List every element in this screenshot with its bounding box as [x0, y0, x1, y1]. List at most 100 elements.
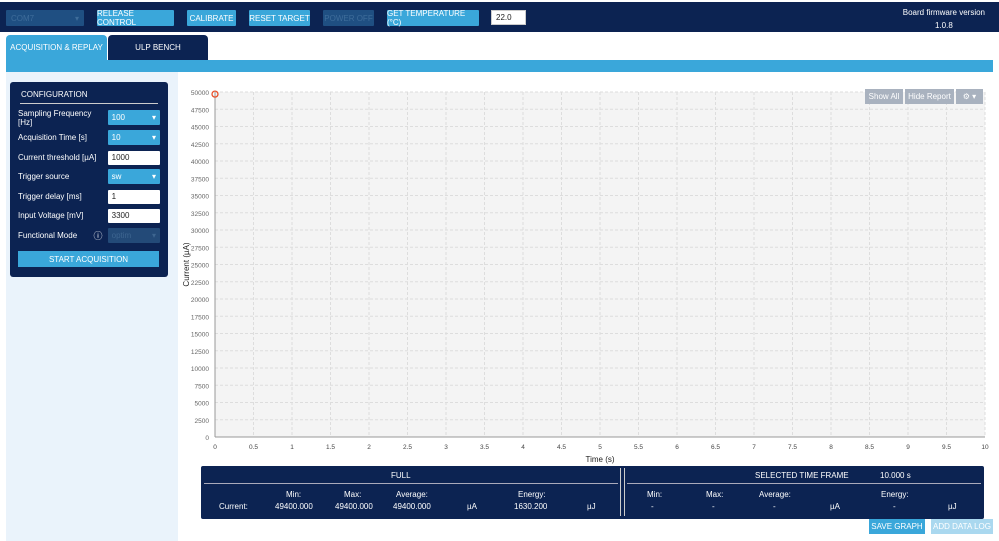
x-tick-label: 10	[981, 444, 989, 451]
unit-uj: µJ	[587, 502, 596, 511]
release-control-button[interactable]: RELEASE CONTROL	[97, 9, 174, 27]
trigger-source-select[interactable]: sw ▾	[107, 169, 160, 184]
y-tick-label: 32500	[191, 211, 209, 218]
tab-ulp-bench[interactable]: ULP BENCH	[108, 35, 208, 60]
full-avg-label: Average:	[396, 490, 428, 499]
x-tick-label: 4	[521, 444, 525, 451]
statistics-panel: FULL SELECTED TIME FRAME 10.000 s Min: M…	[201, 466, 984, 519]
x-tick-label: 7.5	[788, 444, 797, 451]
y-tick-label: 45000	[191, 125, 209, 132]
x-tick-label: 2.5	[403, 444, 412, 451]
unit-ua: µA	[467, 502, 477, 511]
x-tick-label: 5	[598, 444, 602, 451]
x-tick-label: 4.5	[557, 444, 566, 451]
functional-mode-select[interactable]: optim ▾	[107, 228, 161, 243]
sel-min-label: Min:	[647, 490, 663, 499]
sel-avg-value: -	[773, 502, 776, 511]
y-tick-label: 12500	[191, 349, 209, 356]
tab-acquisition-replay[interactable]: ACQUISITION & REPLAY	[6, 35, 107, 60]
sel-min-value: -	[651, 502, 654, 511]
y-tick-label: 42500	[191, 142, 209, 149]
chevron-down-icon: ▾	[152, 231, 157, 240]
save-graph-button[interactable]: SAVE GRAPH	[869, 519, 925, 534]
y-tick-label: 5000	[195, 401, 210, 408]
x-tick-label: 9.5	[942, 444, 951, 451]
unit-ua: µA	[830, 502, 840, 511]
info-icon[interactable]: ⓘ	[94, 229, 108, 242]
y-tick-label: 27500	[191, 245, 209, 252]
separator	[620, 468, 625, 516]
y-tick-label: 15000	[191, 332, 209, 339]
port-select[interactable]: COM7 ▾	[6, 10, 84, 26]
get-temperature-button[interactable]: GET TEMPERATURE (°C)	[387, 9, 479, 27]
x-tick-label: 1.5	[326, 444, 335, 451]
y-tick-label: 30000	[191, 228, 209, 235]
chevron-down-icon: ▾	[151, 133, 156, 142]
y-tick-label: 2500	[195, 418, 210, 425]
field-label: Current threshold [µA]	[18, 153, 97, 162]
y-tick-label: 35000	[191, 194, 209, 201]
current-threshold-input[interactable]: 1000	[107, 150, 160, 165]
hide-report-button[interactable]: Hide Report	[905, 89, 954, 104]
full-energy-value: 1630.200	[514, 502, 548, 511]
configuration-panel: CONFIGURATION Sampling Frequency [Hz] 100…	[10, 82, 168, 277]
sel-max-label: Max:	[706, 490, 724, 499]
y-tick-label: 10000	[191, 366, 209, 373]
full-avg-value: 49400.000	[393, 502, 431, 511]
sel-energy-value: -	[893, 502, 896, 511]
chevron-down-icon: ▾	[151, 113, 156, 122]
y-tick-label: 47500	[191, 107, 209, 114]
configuration-title: CONFIGURATION	[20, 90, 158, 104]
y-tick-label: 20000	[191, 297, 209, 304]
firmware-info: Board firmware version 1.0.8	[903, 6, 985, 32]
field-label: Acquisition Time [s]	[18, 133, 87, 142]
chevron-down-icon: ▾	[74, 13, 79, 23]
tab-bar	[6, 60, 993, 72]
selected-frame-header: SELECTED TIME FRAME	[755, 471, 849, 480]
full-max-value: 49400.000	[335, 502, 373, 511]
power-off-button[interactable]: POWER OFF	[323, 10, 374, 26]
y-tick-label: 37500	[191, 176, 209, 183]
field-label: Functional Mode	[18, 231, 78, 240]
y-tick-label: 40000	[191, 159, 209, 166]
sel-avg-label: Average:	[759, 490, 791, 499]
start-acquisition-button[interactable]: START ACQUISITION	[18, 251, 159, 267]
field-label: Trigger delay [ms]	[18, 192, 82, 201]
current-row-label: Current:	[219, 502, 248, 511]
reset-target-button[interactable]: RESET TARGET	[249, 10, 310, 26]
y-tick-label: 50000	[191, 90, 209, 97]
firmware-version: 1.0.8	[934, 21, 953, 30]
firmware-label: Board firmware version	[902, 8, 985, 17]
y-tick-label: 17500	[191, 314, 209, 321]
port-value: COM7	[11, 13, 35, 23]
input-voltage-input[interactable]: 3300	[107, 208, 160, 223]
sel-max-value: -	[712, 502, 715, 511]
settings-button[interactable]: ⚙ ▾	[956, 89, 983, 104]
show-all-button[interactable]: Show All	[865, 89, 903, 104]
x-tick-label: 0	[213, 444, 217, 451]
temperature-field[interactable]: 22.0	[491, 10, 526, 25]
select-value: 10	[111, 133, 121, 142]
add-data-log-button[interactable]: ADD DATA LOG	[931, 519, 993, 534]
x-tick-label: 3	[444, 444, 448, 451]
x-tick-label: 8.5	[865, 444, 874, 451]
current-chart[interactable]: 0250050007500100001250015000175002000022…	[180, 80, 993, 465]
x-tick-label: 6.5	[711, 444, 720, 451]
x-tick-label: 9	[906, 444, 910, 451]
select-value: 100	[111, 113, 125, 122]
calibrate-button[interactable]: CALIBRATE	[187, 10, 236, 26]
sel-energy-label: Energy:	[881, 490, 909, 499]
full-min-value: 49400.000	[275, 502, 313, 511]
sampling-frequency-select[interactable]: 100 ▾	[107, 110, 160, 125]
select-value: optim	[111, 231, 132, 240]
x-tick-label: 5.5	[634, 444, 643, 451]
acquisition-time-select[interactable]: 10 ▾	[107, 130, 160, 145]
trigger-delay-input[interactable]: 1	[107, 189, 160, 204]
x-tick-label: 0.5	[249, 444, 258, 451]
chevron-down-icon: ▾	[151, 172, 156, 181]
x-tick-label: 3.5	[480, 444, 489, 451]
y-tick-label: 7500	[195, 383, 210, 390]
x-tick-label: 8	[829, 444, 833, 451]
unit-uj: µJ	[948, 502, 957, 511]
full-max-label: Max:	[344, 490, 362, 499]
